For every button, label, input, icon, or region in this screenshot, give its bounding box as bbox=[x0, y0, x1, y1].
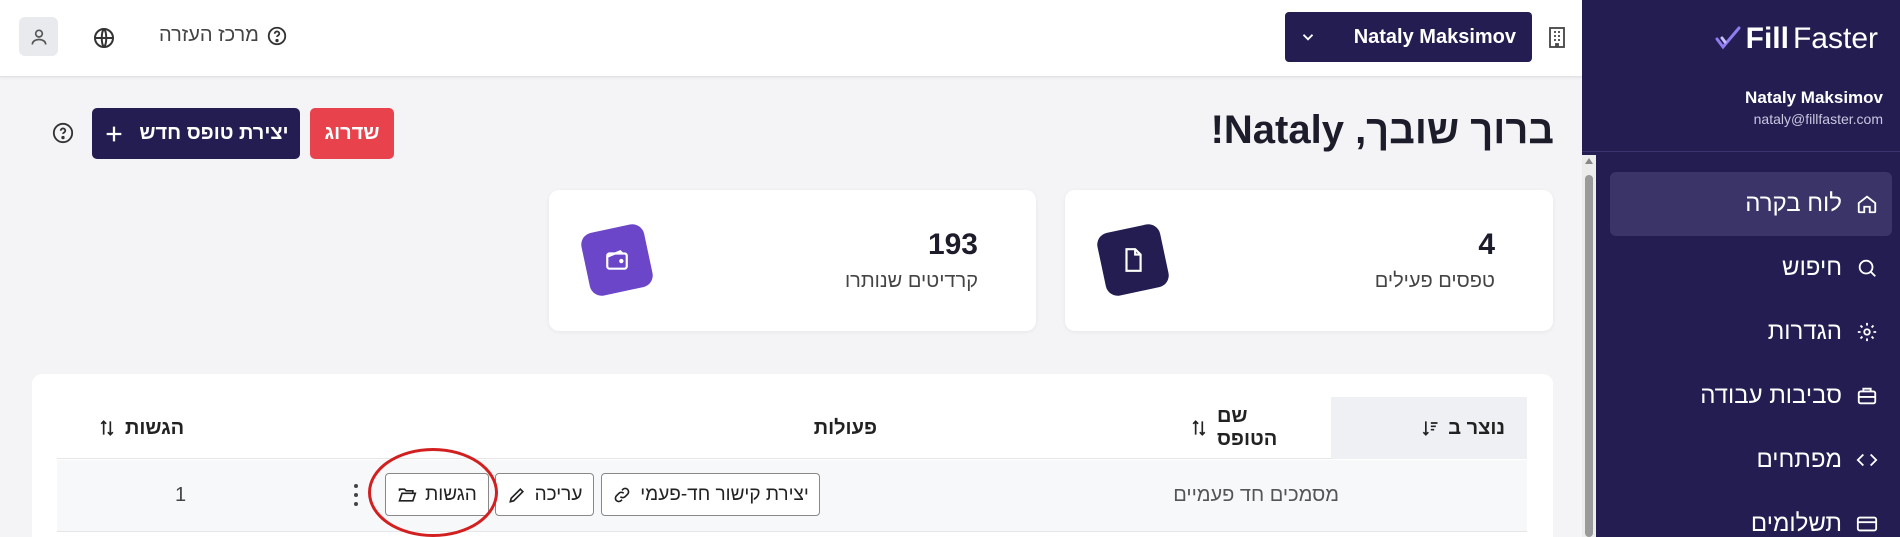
pencil-icon bbox=[508, 487, 524, 503]
create-form-label: יצירת טופס חדש bbox=[139, 122, 289, 144]
upgrade-button[interactable]: שדרוג bbox=[310, 108, 394, 159]
app-logo[interactable]: Fill Faster bbox=[1714, 22, 1878, 56]
briefcase-icon bbox=[1857, 387, 1877, 405]
plus-icon bbox=[107, 126, 122, 141]
sidebar-item-dashboard[interactable]: לוח בקרה bbox=[1610, 172, 1892, 236]
submissions-count-cell: 1 bbox=[175, 484, 187, 506]
column-header-submissions[interactable]: הגשות bbox=[97, 397, 242, 459]
sidebar-item-label: הגדרות bbox=[1767, 318, 1842, 345]
page-title: ברוך שובך, Nataly! bbox=[1210, 108, 1554, 152]
sidebar-user-name: Nataly Maksimov bbox=[1745, 88, 1883, 107]
more-options-icon[interactable] bbox=[353, 482, 359, 508]
sidebar-item-settings[interactable]: הגדרות bbox=[1610, 300, 1892, 364]
submissions-button[interactable]: הגשות bbox=[385, 473, 489, 516]
create-form-button[interactable]: יצירת טופס חדש bbox=[92, 108, 300, 159]
button-label: הגשות bbox=[425, 483, 477, 505]
sidebar: Fill Faster Nataly Maksimov nataly@fillfa… bbox=[1582, 0, 1900, 537]
chevron-down-icon bbox=[1302, 34, 1314, 41]
scroll-up-arrow[interactable] bbox=[1585, 158, 1593, 164]
help-center-label: מרכז העזרה bbox=[159, 24, 259, 46]
logo-mark-icon bbox=[1715, 26, 1741, 50]
sidebar-item-search[interactable]: חיפוש bbox=[1610, 236, 1892, 300]
gear-icon bbox=[1857, 322, 1877, 342]
table-row: מסמכים חד פעמיים יצירת קישור חד-פעמי ערי… bbox=[57, 460, 1527, 532]
column-label: הגשות bbox=[125, 416, 185, 439]
account-selector[interactable]: Nataly Maksimov bbox=[1285, 12, 1532, 62]
sidebar-item-label: סביבות עבודה bbox=[1700, 382, 1842, 409]
document-icon-badge bbox=[1095, 222, 1171, 298]
account-name: Nataly Maksimov bbox=[1353, 25, 1516, 48]
form-name-cell[interactable]: מסמכים חד פעמיים bbox=[1173, 484, 1339, 507]
button-label: יצירת קישור חד-פעמי bbox=[640, 483, 809, 505]
user-menu-button[interactable] bbox=[19, 17, 58, 56]
logo-text-light: Faster bbox=[1792, 22, 1878, 55]
column-header-form-name[interactable]: שם הטופס bbox=[1189, 397, 1313, 459]
link-icon bbox=[614, 487, 630, 502]
question-circle-icon bbox=[267, 26, 287, 45]
scrollbar-thumb[interactable] bbox=[1585, 175, 1593, 537]
folder-open-icon bbox=[398, 487, 417, 502]
sort-desc-icon bbox=[1423, 421, 1438, 436]
sidebar-item-payments[interactable]: תשלומים bbox=[1610, 492, 1892, 537]
search-icon bbox=[1858, 259, 1876, 277]
sidebar-user-email: nataly@fillfaster.com bbox=[1753, 111, 1883, 127]
user-icon bbox=[31, 28, 46, 45]
sidebar-nav: לוח בקרה חיפוש הגדרות סביבות עבודה מפתחי… bbox=[1610, 172, 1892, 537]
credits-label: קרדיטים שנותרו bbox=[844, 270, 978, 292]
column-label: פעולות bbox=[813, 416, 877, 439]
sidebar-divider bbox=[1582, 151, 1900, 152]
credits-card: 193 קרדיטים שנותרו bbox=[549, 190, 1036, 331]
logo-text-bold: Fill bbox=[1745, 22, 1789, 55]
sidebar-item-label: לוח בקרה bbox=[1745, 190, 1842, 217]
sort-icon bbox=[1192, 420, 1206, 436]
code-icon bbox=[1856, 453, 1878, 467]
credits-value: 193 bbox=[927, 228, 978, 261]
active-forms-label: טפסים פעילים bbox=[1374, 270, 1495, 292]
sidebar-item-workspaces[interactable]: סביבות עבודה bbox=[1610, 364, 1892, 428]
document-icon bbox=[1125, 248, 1142, 272]
table-header: נוצר ב שם הטופס פעולות הגשות bbox=[57, 397, 1527, 459]
building-icon bbox=[1549, 27, 1565, 48]
help-center-link[interactable]: מרכז העזרה bbox=[159, 24, 288, 47]
top-bar: מרכז העזרה Nataly Maksimov bbox=[0, 0, 1582, 77]
column-label: שם הטופס bbox=[1216, 405, 1278, 450]
sidebar-item-label: חיפוש bbox=[1782, 254, 1842, 281]
sidebar-item-developers[interactable]: מפתחים bbox=[1610, 428, 1892, 492]
active-forms-card: 4 טפסים פעילים bbox=[1065, 190, 1553, 331]
sort-icon bbox=[100, 420, 114, 436]
sidebar-item-label: תשלומים bbox=[1750, 510, 1842, 537]
help-icon[interactable] bbox=[52, 122, 74, 144]
column-header-actions: פעולות bbox=[757, 397, 877, 459]
sidebar-item-label: מפתחים bbox=[1756, 446, 1842, 473]
create-one-time-link-button[interactable]: יצירת קישור חד-פעמי bbox=[601, 473, 820, 516]
wallet-icon-badge bbox=[579, 222, 655, 298]
column-label: נוצר ב bbox=[1448, 416, 1505, 439]
button-label: עריכה bbox=[534, 483, 583, 505]
wallet-icon bbox=[606, 250, 628, 270]
column-header-created[interactable]: נוצר ב bbox=[1331, 397, 1527, 459]
globe-icon[interactable] bbox=[92, 26, 116, 50]
active-forms-value: 4 bbox=[1478, 228, 1495, 261]
edit-button[interactable]: עריכה bbox=[495, 473, 594, 516]
home-icon bbox=[1857, 195, 1877, 214]
payments-icon bbox=[1856, 516, 1878, 532]
